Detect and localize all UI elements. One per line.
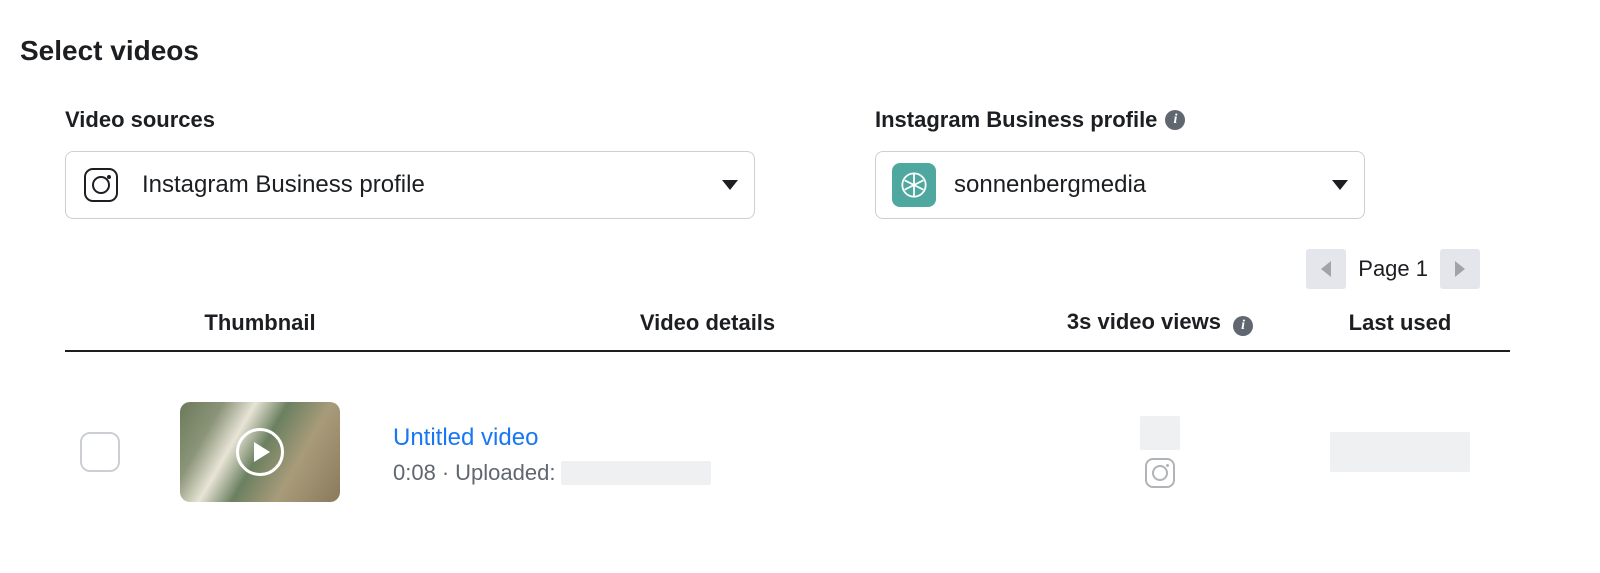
col-last-used: Last used: [1290, 299, 1510, 351]
video-meta: 0:08 · Uploaded:: [393, 460, 1022, 486]
profile-group: Instagram Business profile i sonnenbergm…: [875, 107, 1365, 219]
col-3s-views-text: 3s video views: [1067, 309, 1221, 334]
table-row: Untitled video 0:08 · Uploaded:: [65, 351, 1510, 515]
video-title-link[interactable]: Untitled video: [393, 424, 1022, 452]
profile-dropdown[interactable]: sonnenbergmedia: [875, 151, 1365, 219]
videos-table: Thumbnail Video details 3s video views i…: [65, 299, 1510, 515]
controls-row: Video sources Instagram Business profile…: [65, 107, 1580, 219]
info-icon[interactable]: i: [1165, 110, 1185, 130]
col-video-details: Video details: [385, 299, 1030, 351]
info-icon[interactable]: i: [1233, 316, 1253, 336]
views-value-redacted: [1140, 416, 1180, 450]
profile-value: sonnenbergmedia: [954, 171, 1332, 199]
row-checkbox[interactable]: [80, 432, 120, 472]
profile-avatar-icon: [892, 163, 936, 207]
profile-label-text: Instagram Business profile: [875, 107, 1157, 133]
col-thumbnail: Thumbnail: [135, 299, 385, 351]
play-icon: [236, 428, 284, 476]
last-used-value-redacted: [1330, 432, 1470, 472]
prev-page-button[interactable]: [1306, 249, 1346, 289]
video-sources-dropdown[interactable]: Instagram Business profile: [65, 151, 755, 219]
page-title: Select videos: [20, 35, 1580, 67]
video-duration: 0:08: [393, 460, 436, 486]
page-indicator: Page 1: [1358, 256, 1428, 282]
instagram-icon: [1145, 458, 1175, 488]
chevron-down-icon: [1332, 180, 1348, 190]
uploaded-value-redacted: [561, 461, 711, 485]
next-page-button[interactable]: [1440, 249, 1480, 289]
col-3s-views: 3s video views i: [1030, 299, 1290, 351]
video-sources-group: Video sources Instagram Business profile: [65, 107, 755, 219]
chevron-down-icon: [722, 180, 738, 190]
pagination: Page 1: [20, 249, 1480, 289]
video-thumbnail[interactable]: [180, 402, 340, 502]
uploaded-label: Uploaded:: [455, 460, 555, 486]
video-sources-label: Video sources: [65, 107, 755, 133]
video-sources-value: Instagram Business profile: [142, 171, 722, 199]
instagram-icon: [82, 166, 120, 204]
profile-label: Instagram Business profile i: [875, 107, 1365, 133]
